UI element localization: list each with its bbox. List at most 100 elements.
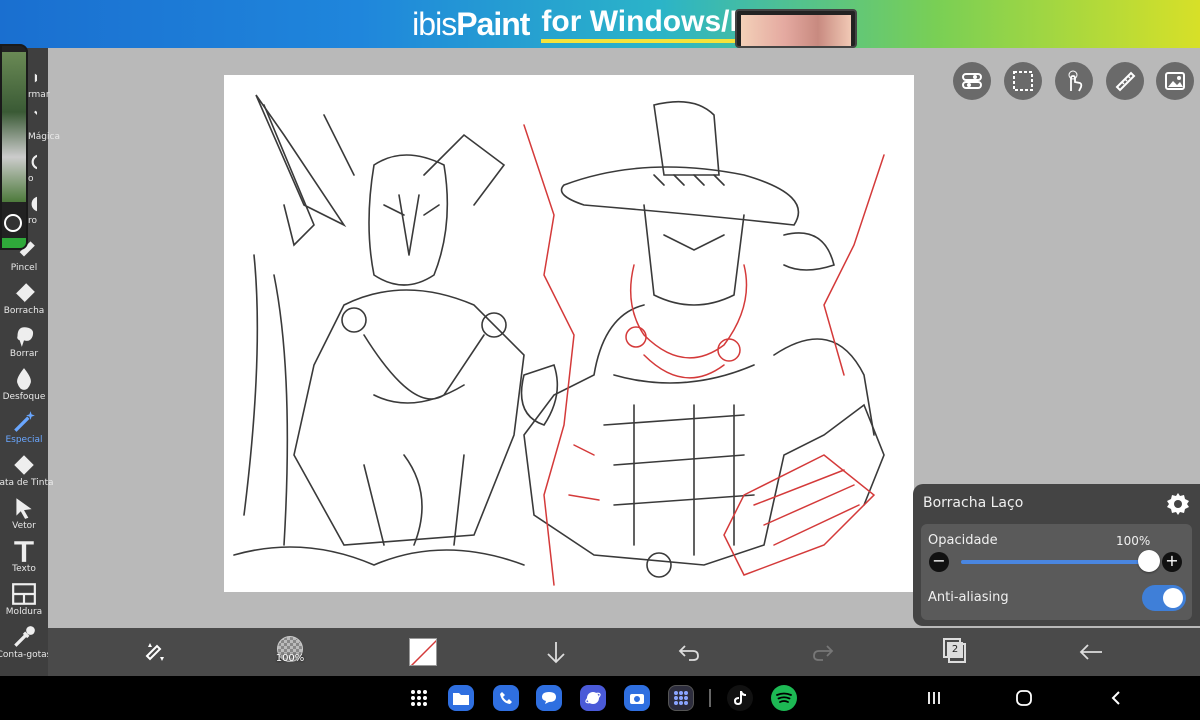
ibispaint-logo: ibisPaint xyxy=(412,5,530,43)
ruler-icon xyxy=(1115,71,1136,92)
eyedropper-icon xyxy=(14,626,35,647)
redo-button[interactable] xyxy=(805,634,841,670)
phone-icon xyxy=(500,692,512,704)
system-nav-bar xyxy=(0,676,1200,720)
opacity-slider-handle[interactable] xyxy=(1138,550,1160,572)
app-folder-icon xyxy=(674,691,688,705)
grid-icon xyxy=(411,690,427,706)
rotate-icon[interactable] xyxy=(4,214,22,232)
gallery-button[interactable] xyxy=(1156,62,1194,100)
opacity-increase-button[interactable]: + xyxy=(1162,552,1182,572)
tool-frame[interactable]: Moldura xyxy=(0,578,48,621)
phone-app[interactable] xyxy=(493,685,519,711)
paint-bucket-icon xyxy=(14,455,34,475)
recent-apps-button[interactable] xyxy=(922,686,946,710)
tool-label: Lata de Tinta xyxy=(0,478,54,488)
camera-app[interactable] xyxy=(624,685,650,711)
floating-video-overlay[interactable] xyxy=(0,44,28,250)
tool-label: Borracha xyxy=(3,306,45,316)
tool-label: Texto xyxy=(12,564,36,574)
eraser-icon xyxy=(14,283,35,304)
selection-button[interactable] xyxy=(1004,62,1042,100)
selection-icon xyxy=(1013,71,1033,91)
tool-special[interactable]: Especial xyxy=(0,406,48,449)
antialias-label: Anti-aliasing xyxy=(928,590,1009,605)
redo-icon xyxy=(813,645,834,661)
swap-tool-button[interactable] xyxy=(138,634,174,670)
ruler-button[interactable] xyxy=(1106,62,1144,100)
frame-icon xyxy=(12,583,36,605)
bottom-toolbar: 100% 2 xyxy=(48,628,1200,676)
overlay-thumbnail xyxy=(2,52,26,202)
tool-vector[interactable]: Vetor xyxy=(0,492,48,535)
tool-label: Mágica xyxy=(28,132,60,142)
home-icon xyxy=(1016,690,1032,706)
brush-eraser-swap-icon xyxy=(145,643,164,661)
transparent-color-icon xyxy=(410,639,436,665)
tiktok-icon xyxy=(734,691,746,705)
app-folder[interactable] xyxy=(668,685,694,711)
undo-button[interactable] xyxy=(671,634,707,670)
arrow-down-icon xyxy=(547,642,565,664)
special-wand-icon xyxy=(14,411,35,432)
files-app[interactable] xyxy=(448,685,474,711)
tool-blur[interactable]: Desfoque xyxy=(0,363,48,406)
messages-app[interactable] xyxy=(536,685,562,711)
drawing-canvas[interactable] xyxy=(224,75,914,592)
recents-icon xyxy=(928,692,940,704)
opacity-label: Opacidade xyxy=(928,533,998,548)
gallery-icon xyxy=(1165,72,1185,90)
tool-paint-bucket[interactable]: Lata de Tinta xyxy=(0,449,54,492)
tool-label: rmar xyxy=(28,90,50,100)
vector-cursor-icon xyxy=(16,498,32,519)
tool-label: Especial xyxy=(5,435,43,445)
folder-icon xyxy=(453,693,469,705)
internet-planet-icon xyxy=(585,692,601,704)
layer-page-front: 2 xyxy=(943,638,963,658)
browser-app[interactable] xyxy=(580,685,606,711)
tool-label: Desfoque xyxy=(2,392,46,402)
color-swatch-button[interactable] xyxy=(409,638,437,666)
banner-thumbnail xyxy=(735,9,857,48)
arrow-left-icon xyxy=(1079,644,1102,660)
touch-button[interactable] xyxy=(1055,62,1093,100)
gear-icon[interactable] xyxy=(1166,492,1190,516)
system-back-button[interactable] xyxy=(1104,686,1128,710)
opacity-value: 100% xyxy=(1116,534,1151,548)
dock-divider xyxy=(709,689,711,707)
back-button[interactable] xyxy=(1073,634,1109,670)
logo-thin-text: ibis xyxy=(412,5,457,42)
layer-count: 2 xyxy=(947,642,963,658)
tool-label: Borrar xyxy=(9,349,39,359)
blur-drop-icon xyxy=(17,368,31,390)
ad-banner[interactable]: ibisPaint for Windows/Mac xyxy=(0,0,1200,48)
opacity-slider-fill xyxy=(961,560,1149,564)
tool-text[interactable]: Texto xyxy=(0,535,48,578)
layers-button[interactable]: 2 xyxy=(943,638,967,664)
opacity-decrease-button[interactable]: − xyxy=(929,552,949,572)
overlay-green-bar xyxy=(2,238,26,248)
spotify-app[interactable] xyxy=(771,685,797,711)
antialias-toggle[interactable] xyxy=(1142,585,1186,611)
chevron-left-icon xyxy=(1111,691,1120,705)
touch-icon xyxy=(1068,70,1083,92)
camera-icon xyxy=(630,694,644,704)
home-button[interactable] xyxy=(1012,686,1036,710)
toggle-panel-icon xyxy=(962,73,982,89)
opacity-slider[interactable] xyxy=(961,560,1149,564)
tool-label: ro xyxy=(28,216,38,226)
tool-eyedropper[interactable]: Conta-gotas xyxy=(0,621,51,664)
logo-bold-text: Paint xyxy=(456,5,530,42)
tool-smudge[interactable]: Borrar xyxy=(0,320,48,363)
app-drawer-button[interactable] xyxy=(406,685,432,711)
tool-eraser[interactable]: Borracha xyxy=(0,277,48,320)
smudge-icon xyxy=(17,327,34,347)
download-button[interactable] xyxy=(538,634,574,670)
tiktok-app[interactable] xyxy=(727,685,753,711)
brush-name: Borracha Laço xyxy=(923,495,1024,511)
brush-size-button[interactable]: 100% xyxy=(274,636,306,668)
spotify-icon xyxy=(776,692,792,703)
tool-label: o xyxy=(28,174,34,184)
chat-icon xyxy=(542,692,556,704)
panel-toggle-button[interactable] xyxy=(953,62,991,100)
